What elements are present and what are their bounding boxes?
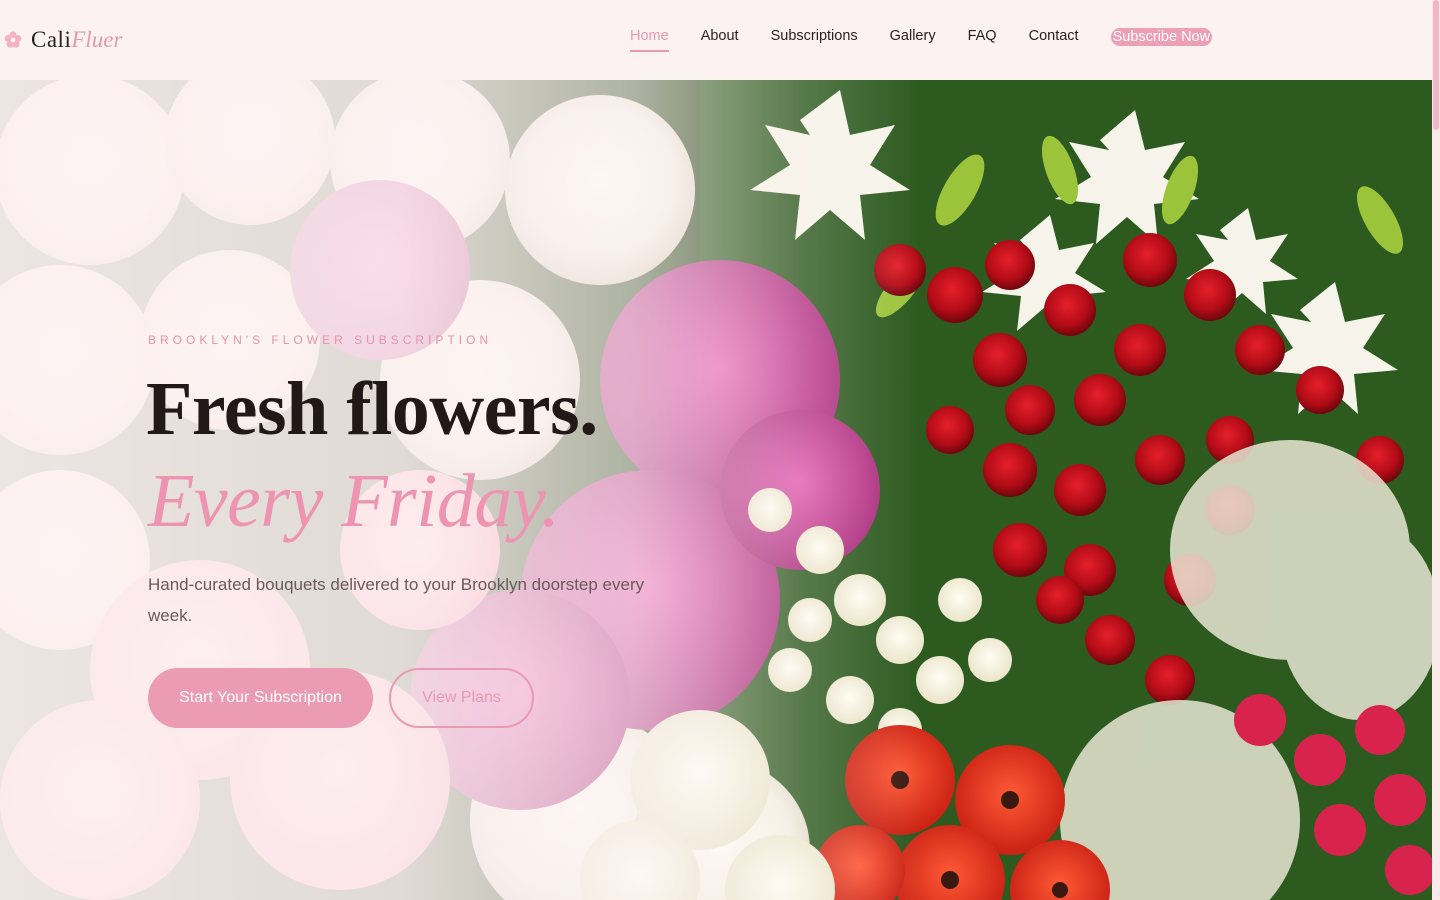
nav-subscriptions[interactable]: Subscriptions (771, 28, 858, 52)
flower-icon (4, 31, 22, 48)
subscribe-now-button[interactable]: Subscribe Now (1110, 28, 1213, 46)
brand-name-primary: Cali (31, 27, 72, 52)
nav-contact[interactable]: Contact (1029, 28, 1079, 52)
hero-eyebrow: Brooklyn's Flower Subscription (148, 333, 493, 347)
hero-description: Hand-curated bouquets delivered to your … (148, 575, 645, 625)
main-nav: Home About Subscriptions Gallery FAQ Con… (630, 28, 1213, 54)
nav-about[interactable]: About (701, 28, 739, 52)
start-subscription-button[interactable]: Start Your Subscription (148, 668, 373, 728)
nav-gallery[interactable]: Gallery (890, 28, 936, 52)
hero-headline-accent: Every Friday. (148, 459, 560, 543)
brand-logo[interactable]: Cali Fluer (4, 24, 122, 56)
hero-headline: Fresh flowers. (146, 367, 598, 451)
brand-name-accent: Fluer (71, 27, 123, 52)
nav-home[interactable]: Home (630, 28, 669, 52)
scrollbar-thumb[interactable] (1433, 0, 1439, 130)
view-plans-button[interactable]: View Plans (389, 668, 534, 728)
page-scrollbar[interactable] (1432, 0, 1440, 900)
nav-faq[interactable]: FAQ (968, 28, 997, 52)
site-header: Cali Fluer Home About Subscriptions Galle… (0, 0, 1432, 80)
